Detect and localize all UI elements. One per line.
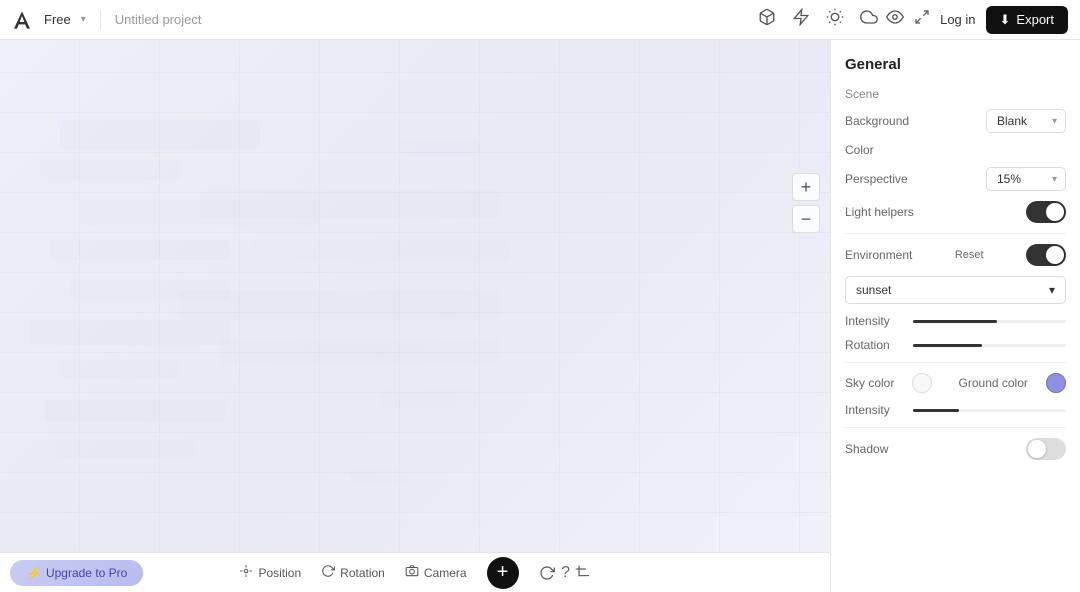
toolbar-icons	[758, 8, 878, 31]
environment-label: Environment	[845, 248, 912, 262]
toggle-knob	[1046, 203, 1064, 221]
expand-icon[interactable]	[914, 9, 930, 30]
env-rotation-label: Rotation	[845, 338, 905, 352]
intensity2-row: Intensity	[845, 403, 1066, 417]
logo	[12, 8, 36, 32]
export-icon: ⬇	[1000, 12, 1011, 28]
canvas-zoom-controls: + −	[792, 173, 820, 419]
background-select-arrow: ▾	[1052, 116, 1057, 127]
plan-arrow-icon[interactable]: ▾	[81, 14, 86, 25]
perspective-label: Perspective	[845, 172, 908, 186]
rotation-slider[interactable]	[913, 344, 1066, 347]
position-label: Position	[258, 566, 301, 580]
rotation-tool[interactable]: Rotation	[321, 564, 385, 581]
canvas-area[interactable]	[0, 40, 830, 552]
color-row: Color	[845, 143, 1066, 157]
intensity-label: Intensity	[845, 314, 905, 328]
background-select[interactable]: Blank ▾	[986, 109, 1066, 133]
environment-toggle-knob	[1046, 246, 1064, 264]
topbar-right: Log in ⬇ Export	[886, 6, 1068, 34]
right-panel: General Scene Background Blank ▾ Color P…	[830, 40, 1080, 592]
plan-label[interactable]: Free	[44, 12, 71, 27]
rotation-icon	[321, 564, 335, 581]
topbar-divider	[100, 10, 101, 30]
camera-label: Camera	[424, 566, 467, 580]
cloud-icon[interactable]	[860, 8, 878, 31]
refresh-button[interactable]	[539, 565, 555, 581]
sky-color-swatch[interactable]	[912, 373, 932, 393]
rotation-fill	[913, 344, 982, 347]
camera-tool[interactable]: Camera	[405, 564, 467, 581]
position-icon	[239, 564, 253, 581]
environment-dropdown[interactable]: sunset ▾	[845, 276, 1066, 304]
zoom-in-button[interactable]: +	[792, 173, 820, 201]
preview-icon[interactable]	[886, 8, 904, 31]
panel-title: General	[845, 56, 1066, 73]
intensity2-fill	[913, 409, 959, 412]
section-divider-1	[845, 233, 1066, 234]
rotation-row: Rotation	[845, 338, 1066, 352]
export-button[interactable]: ⬇ Export	[986, 6, 1068, 34]
rotation-label: Rotation	[340, 566, 385, 580]
environment-row: Environment Reset	[845, 244, 1066, 266]
help-button[interactable]: ?	[561, 564, 570, 582]
environment-toggle[interactable]	[1026, 244, 1066, 266]
position-tool[interactable]: Position	[239, 564, 301, 581]
sun-icon[interactable]	[826, 8, 844, 31]
sky-color-label: Sky color	[845, 376, 894, 390]
background-label: Background	[845, 114, 909, 128]
shadow-label: Shadow	[845, 442, 888, 456]
upgrade-label: Upgrade to Pro	[46, 566, 127, 580]
project-name[interactable]: Untitled project	[115, 12, 750, 27]
background-row: Background Blank ▾	[845, 109, 1066, 133]
upgrade-icon: ⚡	[26, 566, 41, 580]
perspective-select-arrow: ▾	[1052, 174, 1057, 185]
intensity2-slider[interactable]	[913, 409, 1066, 412]
lightning-icon[interactable]	[792, 8, 810, 31]
crop-button[interactable]	[575, 565, 591, 581]
dropdown-arrow: ▾	[1049, 283, 1055, 297]
perspective-select[interactable]: 15% ▾	[986, 167, 1066, 191]
shadow-toggle[interactable]	[1026, 438, 1066, 460]
scene-section-label: Scene	[845, 87, 1066, 101]
light-helpers-label: Light helpers	[845, 205, 914, 219]
light-helpers-row: Light helpers	[845, 201, 1066, 223]
ground-color-label: Ground color	[959, 376, 1028, 390]
intensity-slider[interactable]	[913, 320, 1066, 323]
section-divider-3	[845, 427, 1066, 428]
intensity-row: Intensity	[845, 314, 1066, 328]
login-button[interactable]: Log in	[940, 12, 975, 27]
shadow-row: Shadow	[845, 438, 1066, 460]
bottom-toolbar: ⚡ Upgrade to Pro Position Rotation Camer…	[0, 552, 830, 592]
zoom-out-button[interactable]: −	[792, 205, 820, 233]
camera-icon	[405, 564, 419, 581]
intensity-fill	[913, 320, 997, 323]
perspective-row: Perspective 15% ▾	[845, 167, 1066, 191]
section-divider-2	[845, 362, 1066, 363]
sky-ground-row: Sky color Ground color	[845, 373, 1066, 393]
topbar: Free ▾ Untitled project Log in ⬇ Export	[0, 0, 1080, 40]
environment-reset-button[interactable]: Reset	[955, 249, 984, 261]
ground-color-swatch[interactable]	[1046, 373, 1066, 393]
add-button[interactable]: +	[487, 557, 519, 589]
shadow-toggle-knob	[1028, 440, 1046, 458]
cube-icon[interactable]	[758, 8, 776, 31]
light-helpers-toggle[interactable]	[1026, 201, 1066, 223]
color-label: Color	[845, 143, 874, 157]
intensity2-label: Intensity	[845, 403, 905, 417]
upgrade-button[interactable]: ⚡ Upgrade to Pro	[10, 560, 143, 586]
